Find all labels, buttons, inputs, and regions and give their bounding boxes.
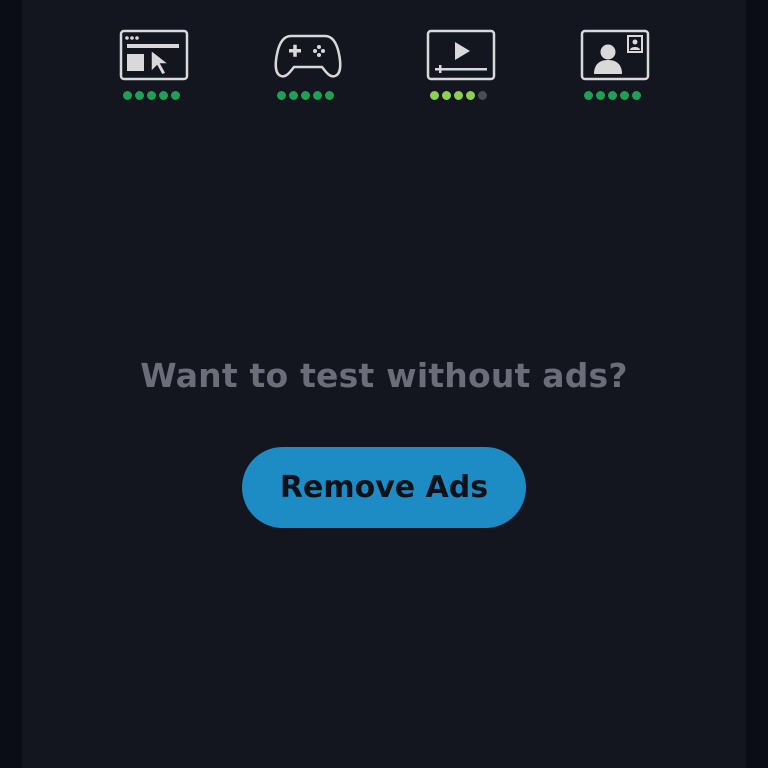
video-call-icon bbox=[580, 28, 656, 84]
rating-dot-filled bbox=[301, 91, 310, 100]
rating-dot-filled bbox=[442, 91, 451, 100]
rating-dots-gaming bbox=[277, 91, 334, 101]
rating-dots-browsing bbox=[123, 91, 180, 101]
rating-dot-filled bbox=[584, 91, 593, 100]
rating-dot-filled bbox=[135, 91, 144, 100]
rating-dot-filled bbox=[277, 91, 286, 100]
rating-dot-filled bbox=[289, 91, 298, 100]
rating-dot-filled bbox=[466, 91, 475, 100]
rating-dot-filled bbox=[454, 91, 463, 100]
gamepad-icon bbox=[273, 28, 349, 84]
rating-dot-filled bbox=[632, 91, 641, 100]
rating-dot-filled bbox=[430, 91, 439, 100]
promo-text: Want to test without ads? bbox=[140, 356, 628, 395]
rating-dot-filled bbox=[313, 91, 322, 100]
video-player-icon bbox=[426, 28, 502, 84]
rating-dots-video-call bbox=[584, 91, 641, 101]
rating-dot-filled bbox=[620, 91, 629, 100]
rating-dot-filled bbox=[325, 91, 334, 100]
remove-ads-button[interactable]: Remove Ads bbox=[242, 447, 526, 528]
rating-dot-filled bbox=[159, 91, 168, 100]
rating-dot-filled bbox=[147, 91, 156, 100]
screen: Want to test without ads? Remove Ads bbox=[0, 0, 768, 768]
browser-cursor-icon bbox=[119, 28, 195, 84]
rating-dots-streaming bbox=[430, 91, 487, 101]
rating-dot-filled bbox=[608, 91, 617, 100]
rating-dot-empty bbox=[478, 91, 487, 100]
rating-dot-filled bbox=[123, 91, 132, 100]
rating-dot-filled bbox=[171, 91, 180, 100]
rating-dot-filled bbox=[596, 91, 605, 100]
